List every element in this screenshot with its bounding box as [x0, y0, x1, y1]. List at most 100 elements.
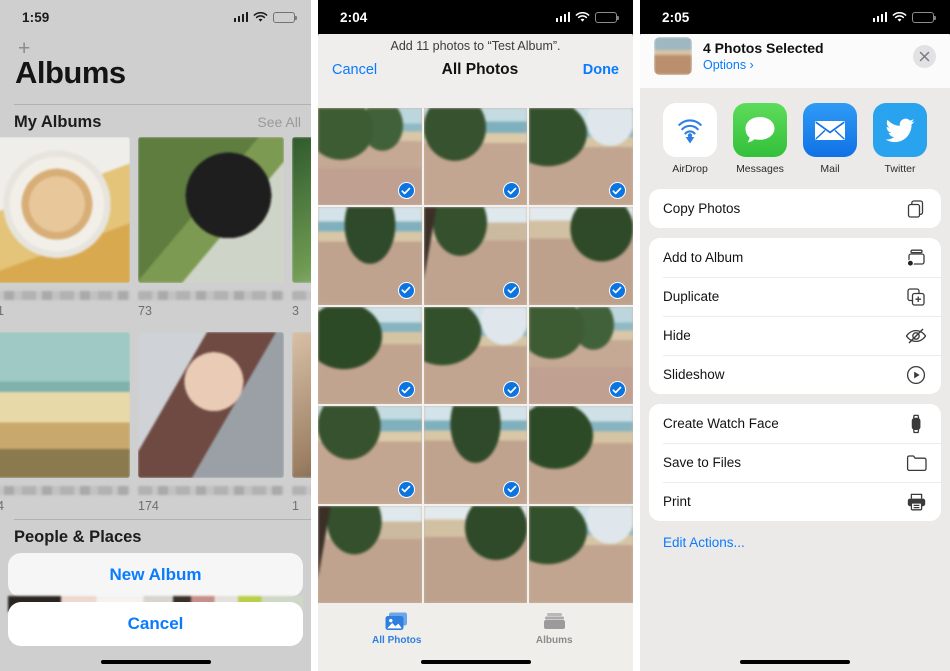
battery-icon	[912, 11, 936, 23]
action-add-to-album[interactable]: Add to Album	[649, 238, 941, 277]
tab-label: Albums	[535, 635, 573, 646]
album-count: 174	[138, 499, 159, 513]
share-header: 4 Photos Selected Options ›	[640, 26, 950, 88]
photo-thumbnail	[529, 406, 633, 504]
album-item[interactable]: 3	[292, 137, 311, 318]
share-header-text: 4 Photos Selected Options ›	[703, 40, 902, 72]
tab-label: All Photos	[372, 635, 422, 646]
action-duplicate[interactable]: Duplicate	[649, 277, 941, 316]
album-thumbnail[interactable]	[292, 332, 311, 478]
photo-cell[interactable]	[423, 306, 528, 405]
action-create-watch-face[interactable]: Create Watch Face	[649, 404, 941, 443]
photo-thumbnail	[529, 505, 633, 603]
photo-cell[interactable]	[423, 108, 528, 206]
photo-cell[interactable]	[529, 207, 633, 305]
home-indicator[interactable]	[740, 659, 850, 664]
cancel-button[interactable]: Cancel	[8, 602, 303, 646]
photo-cell[interactable]	[318, 207, 422, 305]
action-label: Create Watch Face	[663, 416, 779, 431]
printer-icon	[905, 491, 927, 513]
selected-check-icon[interactable]	[503, 480, 521, 498]
album-thumbnail[interactable]	[292, 137, 311, 283]
album-item[interactable]: 114	[0, 332, 130, 513]
battery-icon	[273, 11, 297, 23]
photo-cell[interactable]	[318, 505, 422, 603]
album-name-redacted	[138, 486, 284, 495]
photo-cell[interactable]	[529, 406, 633, 504]
album-item[interactable]: 73	[138, 137, 284, 318]
selected-check-icon[interactable]	[397, 281, 415, 299]
action-copy-photos[interactable]: Copy Photos	[649, 189, 941, 228]
duplicate-icon	[905, 286, 927, 308]
selected-check-icon[interactable]	[397, 480, 415, 498]
action-group: Create Watch Face Save to Files Print	[649, 404, 941, 521]
picker-navbar: Cancel All Photos Done	[318, 61, 633, 88]
new-album-label: New Album	[109, 565, 202, 584]
photo-cell[interactable]	[423, 207, 528, 305]
options-link[interactable]: Options ›	[703, 58, 902, 72]
status-bar: 1:59	[0, 0, 311, 34]
album-thumbnail[interactable]	[0, 137, 130, 283]
photo-cell[interactable]	[423, 505, 528, 603]
edit-actions-link[interactable]: Edit Actions...	[649, 531, 941, 550]
done-button[interactable]: Done	[583, 62, 619, 78]
selected-check-icon[interactable]	[397, 381, 415, 399]
action-print[interactable]: Print	[649, 482, 941, 521]
action-label: Hide	[663, 328, 691, 343]
picker-title: All Photos	[441, 61, 519, 78]
action-label: Save to Files	[663, 455, 742, 470]
app-label: Mail	[820, 163, 840, 175]
photo-cell[interactable]	[318, 406, 422, 504]
selection-title: 4 Photos Selected	[703, 40, 824, 56]
action-save-to-files[interactable]: Save to Files	[649, 443, 941, 482]
close-button[interactable]	[913, 44, 936, 68]
photo-picker-modal: Add 11 photos to “Test Album”. Cancel Al…	[318, 26, 633, 671]
album-thumbnail[interactable]	[138, 137, 284, 283]
photo-cell[interactable]	[529, 108, 633, 206]
album-item[interactable]: 174	[138, 332, 284, 513]
divider	[14, 519, 311, 520]
home-indicator[interactable]	[420, 659, 531, 664]
twitter-icon	[873, 103, 927, 157]
close-icon	[919, 51, 930, 61]
photo-cell[interactable]	[529, 306, 633, 405]
photo-cell[interactable]	[423, 406, 528, 504]
album-row: 114 174 1	[0, 332, 311, 513]
divider	[14, 104, 311, 105]
cancel-button[interactable]: Cancel	[332, 62, 377, 78]
share-app-airdrop[interactable]: AirDrop	[659, 103, 721, 175]
share-app-twitter[interactable]: Twitter	[869, 103, 931, 175]
photo-cell[interactable]	[529, 505, 633, 603]
selection-thumbnail	[654, 37, 692, 75]
selected-check-icon[interactable]	[503, 281, 521, 299]
app-label: AirDrop	[672, 163, 708, 175]
new-album-button[interactable]: New Album	[8, 553, 303, 597]
app-label: Messages	[736, 163, 784, 175]
album-count: 114	[0, 499, 4, 513]
album-thumbnail[interactable]	[0, 332, 130, 478]
status-time: 2:05	[662, 9, 690, 25]
share-screen: 2:05 4 Photos Selected Options › AirDrop…	[640, 0, 950, 671]
slideshow-play-icon	[905, 364, 927, 386]
status-icons	[555, 11, 619, 23]
album-item[interactable]: 311	[0, 137, 130, 318]
action-slideshow[interactable]: Slideshow	[649, 355, 941, 394]
photo-cell[interactable]	[318, 108, 422, 206]
share-app-mail[interactable]: Mail	[799, 103, 861, 175]
share-app-messages[interactable]: Messages	[729, 103, 791, 175]
status-icons	[872, 11, 936, 23]
selected-check-icon[interactable]	[397, 182, 415, 200]
photo-cell[interactable]	[318, 306, 422, 405]
home-indicator[interactable]	[100, 659, 211, 664]
copy-icon	[905, 198, 927, 220]
mail-icon	[803, 103, 857, 157]
album-row: 311 73 3	[0, 137, 311, 318]
album-item[interactable]: 1	[292, 332, 311, 513]
action-hide[interactable]: Hide	[649, 316, 941, 355]
status-bar: 2:05	[640, 0, 950, 34]
action-label: Slideshow	[663, 367, 725, 382]
see-all-link[interactable]: See All	[257, 114, 301, 130]
album-thumbnail[interactable]	[138, 332, 284, 478]
selected-check-icon[interactable]	[608, 281, 626, 299]
photo-thumbnail	[423, 505, 528, 603]
